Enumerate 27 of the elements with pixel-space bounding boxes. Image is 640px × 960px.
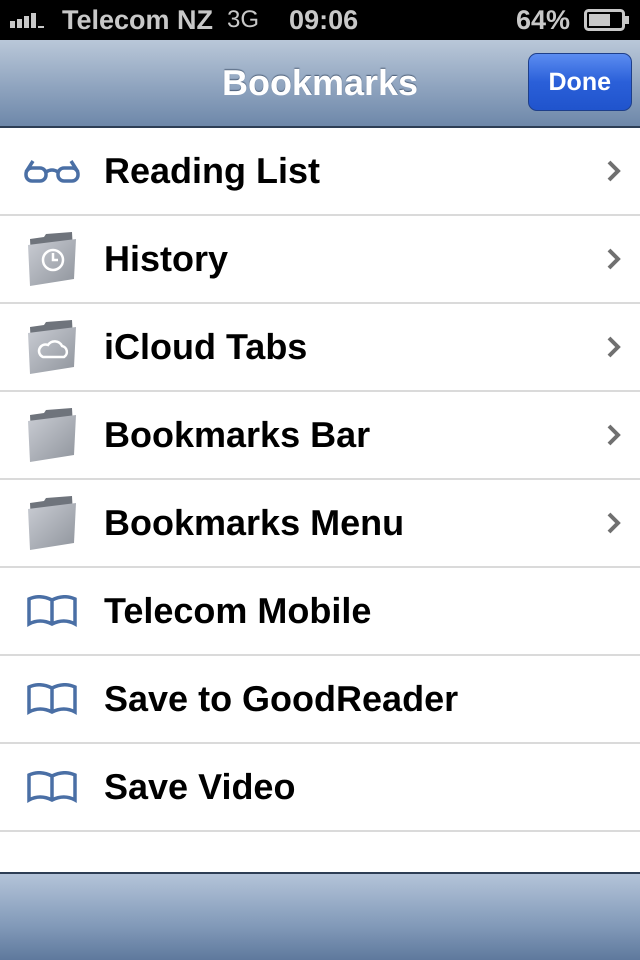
bookmark-row[interactable]: iCloud Tabs	[0, 304, 640, 392]
carrier-name: Telecom NZ	[62, 4, 214, 36]
clock-time: 09:06	[289, 4, 358, 36]
glasses-icon	[23, 158, 81, 184]
bookmark-row[interactable]: Save Video	[0, 744, 640, 832]
bookmark-row[interactable]: History	[0, 216, 640, 304]
row-label: Telecom Mobile	[104, 590, 372, 632]
bookmark-row[interactable]: Bookmarks Menu	[0, 480, 640, 568]
bookmark-row[interactable]: Reading List	[0, 128, 640, 216]
done-button[interactable]: Done	[528, 53, 632, 111]
book-icon	[27, 683, 77, 715]
row-label: Reading List	[104, 150, 322, 192]
bookmark-row[interactable]: Save to GoodReader	[0, 656, 640, 744]
row-label: Bookmarks Menu	[104, 502, 406, 544]
battery-percent: 64%	[516, 4, 570, 36]
book-icon	[27, 595, 77, 627]
row-label: iCloud Tabs	[104, 326, 308, 368]
row-label: Save to GoodReader	[104, 678, 460, 720]
network-type: 3G	[227, 6, 260, 34]
bookmark-row[interactable]: Bookmarks Bar	[0, 392, 640, 480]
nav-title: Bookmarks	[222, 62, 418, 104]
book-icon	[27, 771, 77, 803]
bookmark-row[interactable]: Telecom Mobile	[0, 568, 640, 656]
row-label: Save Video	[104, 766, 296, 808]
row-label: History	[104, 238, 230, 280]
battery-icon	[584, 9, 630, 31]
row-label: Bookmarks Bar	[104, 414, 372, 456]
